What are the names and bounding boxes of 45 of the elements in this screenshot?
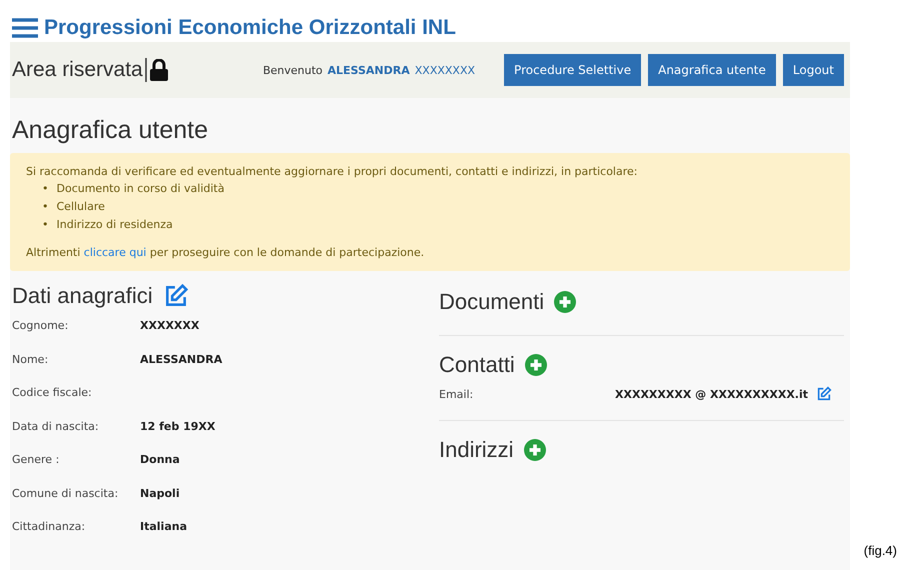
document-title: Progressioni Economiche Orizzontali INL	[44, 16, 456, 40]
page-title: Anagrafica utente	[11, 115, 209, 146]
bullet-marker: •	[42, 218, 48, 232]
alert-text: Altrimenti cliccare qui per proseguire con le domande di partecipazione.	[26, 246, 426, 259]
section-title: Dati anagrafici	[12, 283, 153, 309]
field-label: Comune di nascita:	[12, 486, 120, 500]
field-value: Napoli	[140, 486, 180, 500]
edit-icon[interactable]	[816, 386, 832, 402]
alert-text: Si raccomanda di verificare ed eventualmente aggiornare i propri documenti, contatti e indirizzi, in particolare:	[26, 165, 638, 178]
nav-button[interactable]: Logout	[782, 54, 844, 86]
figure-caption: (fig.4)	[864, 543, 897, 558]
nav-button[interactable]: Anagrafica utente	[648, 54, 776, 86]
field-value: Italiana	[140, 520, 187, 534]
bullet-marker: •	[42, 200, 48, 214]
field-label: Data di nascita:	[12, 420, 100, 433]
field-label: Codice fiscale:	[12, 386, 93, 400]
area-title: Area riservata	[12, 58, 143, 82]
field-value: Donna	[140, 453, 180, 466]
add-icon[interactable]	[524, 439, 546, 461]
alert-list-item: Indirizzo di residenza	[56, 218, 173, 232]
field-label: Email:	[439, 388, 474, 400]
user-surname: XXXXXXXX	[414, 64, 476, 76]
field-label: Genere :	[12, 453, 60, 466]
menu-icon[interactable]	[12, 18, 38, 38]
user-name: ALESSANDRA	[328, 64, 410, 76]
field-label: Cittadinanza:	[12, 520, 86, 534]
separator-icon	[142, 58, 149, 82]
add-icon[interactable]	[554, 291, 576, 313]
field-value: ALESSANDRA	[140, 352, 222, 366]
nav-button[interactable]: Procedure Selettive	[504, 54, 642, 86]
add-icon[interactable]	[524, 354, 547, 376]
alert-list-item: Cellulare	[56, 200, 105, 214]
field-value: XXXXXXX	[140, 319, 200, 332]
field-value: 12 feb 19XX	[140, 420, 216, 433]
bullet-marker: •	[42, 182, 48, 196]
field-label: Nome:	[12, 352, 50, 366]
section-title: Indirizzi	[439, 437, 514, 463]
click-here-link[interactable]: cliccare qui	[84, 246, 146, 259]
section-title: Documenti	[439, 289, 544, 315]
section-title: Contatti	[439, 352, 515, 378]
lock-icon	[148, 59, 169, 81]
field-value: XXXXXXXXX @ XXXXXXXXXX.it	[615, 388, 808, 400]
field-label: Cognome:	[12, 319, 70, 332]
alert-list-item: Documento in corso di validità	[56, 182, 224, 196]
welcome-text: Benvenuto	[262, 64, 323, 76]
